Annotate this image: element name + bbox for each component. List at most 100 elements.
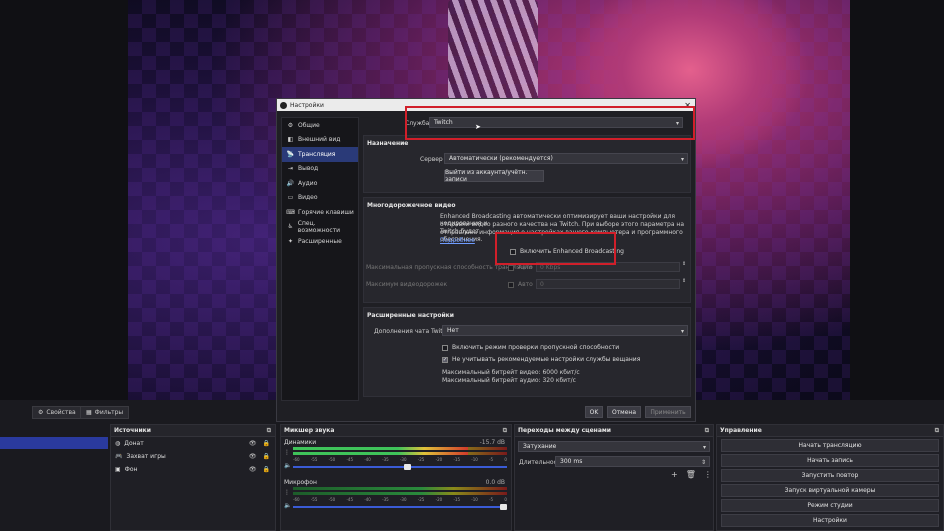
control-label: Режим студии — [807, 502, 853, 509]
meter-tick: -10 — [471, 497, 478, 502]
sidebar-item-gear[interactable]: ⚙ Общие — [282, 118, 358, 133]
more-link[interactable]: Подробнее — [440, 237, 475, 244]
sidebar-item-accessibility[interactable]: ♿ Спец. возможности — [282, 220, 358, 235]
bandwidth-test-checkbox[interactable]: Включить режим проверки пропускной спосо… — [442, 344, 619, 351]
volume-slider[interactable] — [293, 464, 507, 470]
max-video-bitrate: Максимальный битрейт видео: 6000 кбит/с — [442, 369, 580, 376]
mixer-channel: Динамики -15.7 dB ⋮ -60 -55 -50 -45 -40 -35 -30 -2… — [281, 437, 511, 477]
sidebar-item-keyboard[interactable]: ⌨ Горячие клавиши — [282, 205, 358, 220]
filters-tab-label: Фильтры — [94, 409, 124, 416]
meter-tick: -5 — [489, 497, 494, 502]
lock-icon[interactable]: 🔒 — [263, 440, 270, 447]
spinner-icon[interactable]: ⇕ — [701, 459, 706, 466]
eye-icon[interactable]: 👁 — [249, 453, 257, 460]
level-fill — [293, 452, 469, 455]
meter-tick: -45 — [346, 497, 354, 502]
destination-header: Назначение — [367, 140, 409, 147]
apply-button[interactable]: Применить — [645, 406, 691, 418]
channel-name: Микрофон — [284, 479, 317, 486]
speaker-icon[interactable]: 🔈 — [284, 502, 291, 509]
max-bandwidth-auto[interactable]: Авто — [508, 264, 533, 271]
ignore-recommended-checkbox[interactable]: ✓ Не учитывать рекомендуемые настройки сл… — [442, 356, 640, 363]
transition-select[interactable]: Затухание ▾ — [518, 441, 710, 452]
mixer-channel: Микрофон 0.0 dB ⋮ -60 -55 -50 -45 -40 -35 -30 -25-… — [281, 477, 511, 517]
chat-addon-select[interactable]: Нет ▾ — [442, 325, 688, 336]
sidebar-item-speaker[interactable]: 🔊 Аудио — [282, 176, 358, 191]
settings-sidebar: ⚙ Общие ◧ Внешний вид 📡 Трансляция ⇥ Вывод 🔊 Ауди… — [281, 117, 359, 401]
cancel-button[interactable]: Отмена — [607, 406, 641, 418]
dock-float-icon[interactable]: ⧉ — [705, 427, 709, 435]
more-icon[interactable]: ⋮ — [704, 470, 712, 479]
ok-button[interactable]: OK — [585, 406, 603, 418]
meter-tick: 0 — [504, 457, 507, 462]
sidebar-item-monitor[interactable]: ▭ Видео — [282, 191, 358, 206]
ok-label: OK — [589, 408, 599, 416]
source-row[interactable]: ◍ Донат 👁 🔒 — [111, 437, 275, 450]
meter-tick: -60 — [293, 457, 300, 462]
sidebar-item-label: Горячие клавиши — [298, 208, 354, 216]
checkbox-box — [508, 281, 514, 288]
source-row[interactable]: 🎮 Захват игры 👁 🔒 — [111, 450, 275, 463]
dock-float-icon[interactable]: ⧉ — [503, 427, 507, 435]
server-select[interactable]: Автоматически (рекомендуется) ▾ — [444, 153, 688, 164]
max-tracks-auto[interactable]: Авто — [508, 281, 533, 288]
duration-input[interactable]: 300 ms ⇕ — [555, 456, 710, 467]
sidebar-item-label: Спец. возможности — [297, 219, 341, 234]
more-icon[interactable]: ⋮ — [284, 489, 290, 496]
obs-logo-icon — [280, 101, 287, 109]
add-icon[interactable]: + — [671, 470, 678, 479]
control-button[interactable]: Запустить повтор — [721, 469, 939, 482]
meter-tick: -10 — [471, 457, 478, 462]
lock-icon[interactable]: 🔒 — [263, 466, 270, 473]
sidebar-item-appearance[interactable]: ◧ Внешний вид — [282, 133, 358, 148]
control-label: Запустить повтор — [801, 472, 859, 479]
control-button[interactable]: Режим студии — [721, 499, 939, 512]
transition-value: Затухание — [523, 443, 557, 450]
volume-knob[interactable] — [500, 504, 507, 510]
meter-tick: -55 — [310, 457, 318, 462]
volume-slider[interactable] — [293, 504, 507, 510]
control-button[interactable]: Запуск виртуальной камеры — [721, 484, 939, 497]
gear-icon: ⚙ — [38, 409, 44, 416]
properties-tab[interactable]: ⚙ Свойства — [32, 406, 82, 419]
lock-icon[interactable]: 🔒 — [263, 453, 270, 460]
trash-icon[interactable]: 🗑 — [686, 470, 696, 479]
filters-tab[interactable]: ▦ Фильтры — [80, 406, 130, 419]
eye-icon[interactable]: 👁 — [249, 466, 257, 473]
control-button[interactable]: Настройки — [721, 514, 939, 527]
meter-ticks: -60 -55 -50 -45 -40 -35 -30 -25 -20 -15 -10 -5 0 — [293, 497, 507, 502]
more-icon[interactable]: ⋮ — [284, 449, 290, 456]
spinner-icon[interactable]: ⇕ — [682, 261, 686, 267]
eye-icon[interactable]: 👁 — [249, 440, 257, 447]
max-tracks-input[interactable]: 0 — [536, 279, 680, 289]
scene-selected-row[interactable] — [0, 437, 108, 449]
sidebar-item-broadcast[interactable]: 📡 Трансляция — [282, 147, 358, 162]
source-row[interactable]: ▣ Фон 👁 🔒 — [111, 463, 275, 476]
chevron-down-icon: ▾ — [702, 444, 706, 451]
speaker-icon[interactable]: 🔈 — [284, 462, 291, 469]
level-meter — [293, 447, 507, 450]
sidebar-item-output[interactable]: ⇥ Вывод — [282, 162, 358, 177]
control-button[interactable]: Начать трансляцию — [721, 439, 939, 452]
meter-tick: -15 — [453, 497, 460, 502]
meter-tick: 0 — [504, 497, 507, 502]
sidebar-item-label: Вывод — [298, 165, 319, 173]
volume-knob[interactable] — [403, 464, 411, 470]
dock-float-icon[interactable]: ⧉ — [935, 427, 939, 435]
sidebar-item-tools[interactable]: ✦ Расширенные — [282, 234, 358, 249]
mixer-channels: Динамики -15.7 dB ⋮ -60 -55 -50 -45 -40 -35 -30 -2… — [281, 437, 511, 517]
dock-float-icon[interactable]: ⧉ — [267, 427, 271, 435]
properties-tab-label: Свойства — [46, 409, 76, 416]
max-audio-bitrate: Максимальный битрейт аудио: 320 кбит/с — [442, 377, 576, 384]
level-fill — [293, 447, 469, 450]
logout-button[interactable]: Выйти из аккаунта/учётн. записи — [444, 169, 544, 183]
canvas-margin-left — [0, 0, 128, 400]
meter-tick: -35 — [382, 497, 389, 502]
meter-tick: -35 — [382, 457, 389, 462]
duration-value: 300 ms — [560, 458, 583, 465]
checkbox-box — [508, 264, 514, 271]
sources-dock: Источники ⧉ ◍ Донат 👁 🔒 🎮 Захват игры 👁 🔒 ▣ Фон 👁 🔒 — [110, 424, 276, 531]
control-button[interactable]: Начать запись — [721, 454, 939, 467]
spinner-icon[interactable]: ⇕ — [682, 278, 686, 284]
control-label: Начать запись — [807, 457, 853, 464]
